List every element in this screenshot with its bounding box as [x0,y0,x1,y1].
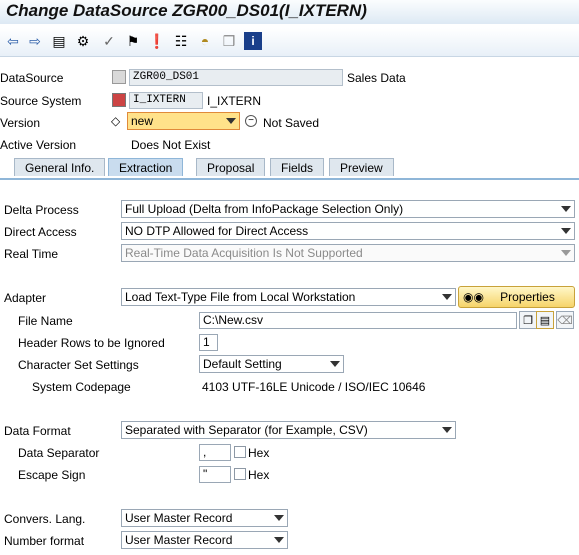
convers-lang-value: User Master Record [125,511,233,525]
source-system-label: Source System [0,94,82,108]
version-status: Not Saved [263,116,320,130]
direct-access-value: NO DTP Allowed for Direct Access [125,224,309,238]
chevron-down-icon [226,118,236,124]
activate-icon[interactable]: ⚑ [124,32,142,50]
object-type-icon [112,70,126,84]
chevron-down-icon [330,361,340,367]
status-inactive-icon: − [245,115,257,127]
data-format-label: Data Format [4,424,71,438]
charset-label: Character Set Settings [18,358,139,372]
properties-button[interactable]: ◉◉ Properties [458,286,575,308]
chevron-down-icon [442,294,452,300]
properties-label: Properties [500,290,555,304]
data-format-value: Separated with Separator (for Example, C… [125,423,368,437]
direct-access-label: Direct Access [4,225,77,239]
tab-preview[interactable]: Preview [329,158,394,176]
chevron-down-icon [274,537,284,543]
diamond-icon: ◇ [111,114,121,128]
chevron-down-icon [561,228,571,234]
tab-strip: General Info. Extraction Proposal Fields… [0,158,579,180]
info-icon[interactable]: i [244,32,262,50]
escape-sign-label: Escape Sign [18,468,86,482]
delta-process-label: Delta Process [4,203,79,217]
file-name-input[interactable]: C:\New.csv [199,312,517,329]
source-system-description: I_IXTERN [207,94,262,108]
datasource-field: ZGR00_DS01 [129,69,343,86]
data-separator-hex-checkbox[interactable] [234,446,246,458]
tab-extraction[interactable]: Extraction [108,158,184,176]
datasource-label: DataSource [0,71,64,85]
forward-icon[interactable]: ⇨ [26,32,44,50]
delta-process-dropdown[interactable]: Full Upload (Delta from InfoPackage Sele… [121,200,575,218]
datasource-description: Sales Data [347,71,406,85]
data-separator-input[interactable]: , [199,444,231,461]
data-format-dropdown[interactable]: Separated with Separator (for Example, C… [121,421,456,439]
chevron-down-icon [561,250,571,256]
glasses-icon: ◉◉ [463,290,484,304]
real-time-value: Real-Time Data Acquisition Is Not Suppor… [125,246,363,260]
file-open-icon[interactable]: ▤ [536,311,554,329]
where-used-icon[interactable]: ❗ [148,32,166,50]
escape-sign-hex-checkbox[interactable] [234,468,246,480]
delete-icon[interactable]: ⌫ [556,311,574,329]
window-title: Change DataSource ZGR00_DS01(I_IXTERN) [6,1,367,20]
chevron-down-icon [442,427,452,433]
active-version-label: Active Version [0,138,77,152]
structure-icon[interactable]: ☷ [172,32,190,50]
source-system-icon [112,93,126,107]
data-separator-hex-label: Hex [248,446,270,460]
check-icon[interactable]: ✓ [100,32,118,50]
title-bar: Change DataSource ZGR00_DS01(I_IXTERN) [0,0,579,24]
convers-lang-dropdown[interactable]: User Master Record [121,509,288,527]
chevron-down-icon [274,515,284,521]
database-icon[interactable]: ◓ [196,32,214,50]
application-toolbar: ⇦ ⇨ ▤ ⚙ ✓ ⚑ ❗ ☷ ◓ ❒ i [0,28,579,57]
charset-value: Default Setting [203,357,282,371]
copy-icon[interactable]: ❐ [519,311,537,329]
version-label: Version [0,116,41,130]
active-version-value: Does Not Exist [131,138,211,152]
display-change-icon[interactable]: ▤ [50,32,68,50]
tab-general-info[interactable]: General Info. [14,158,106,176]
data-separator-label: Data Separator [18,446,100,460]
charset-dropdown[interactable]: Default Setting [199,355,344,373]
version-value: new [131,114,154,128]
direct-access-dropdown[interactable]: NO DTP Allowed for Direct Access [121,222,575,240]
adapter-dropdown[interactable]: Load Text-Type File from Local Workstati… [121,288,456,306]
file-name-label: File Name [18,314,73,328]
codepage-label: System Codepage [32,380,131,394]
object-icon[interactable]: ❒ [220,32,238,50]
codepage-value: 4103 UTF-16LE Unicode / ISO/IEC 10646 [202,380,426,394]
real-time-label: Real Time [4,247,59,261]
header-rows-label: Header Rows to be Ignored [18,336,165,350]
header-rows-input[interactable]: 1 [199,334,218,351]
tab-fields[interactable]: Fields [270,158,325,176]
tab-proposal[interactable]: Proposal [196,158,266,176]
real-time-dropdown: Real-Time Data Acquisition Is Not Suppor… [121,244,575,262]
delta-process-value: Full Upload (Delta from InfoPackage Sele… [125,202,404,216]
convers-lang-label: Convers. Lang. [4,512,86,526]
adapter-label: Adapter [4,291,47,305]
chevron-down-icon [561,206,571,212]
escape-sign-input[interactable]: " [199,466,231,483]
number-format-value: User Master Record [125,533,233,547]
escape-sign-hex-label: Hex [248,468,270,482]
adapter-value: Load Text-Type File from Local Workstati… [125,290,356,304]
number-format-dropdown[interactable]: User Master Record [121,531,288,549]
number-format-label: Number format [4,534,85,548]
source-system-field: I_IXTERN [129,92,203,109]
hierarchy-icon[interactable]: ⚙ [74,32,92,50]
back-icon[interactable]: ⇦ [4,32,22,50]
version-dropdown[interactable]: new [127,112,240,130]
